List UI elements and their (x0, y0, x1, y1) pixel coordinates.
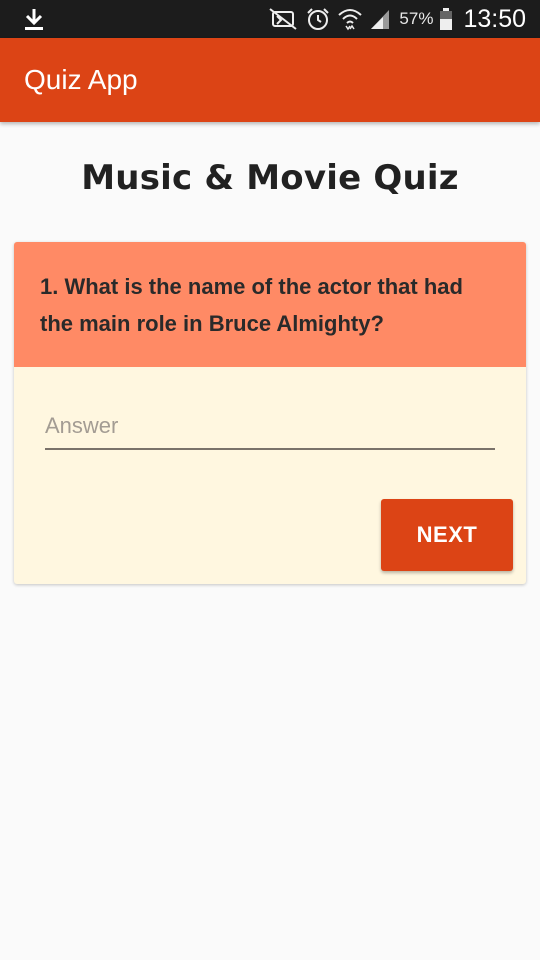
signal-icon (369, 7, 391, 31)
question-card: 1. What is the name of the actor that ha… (14, 242, 526, 584)
answer-input[interactable] (45, 404, 495, 450)
app-title: Quiz App (24, 64, 138, 95)
question-box: 1. What is the name of the actor that ha… (14, 242, 526, 367)
alarm-icon (305, 7, 331, 31)
status-icons: 57% 13:50 (267, 0, 526, 38)
app-bar: Quiz App (0, 38, 540, 122)
clock: 13:50 (463, 4, 526, 33)
question-text: 1. What is the name of the actor that ha… (40, 274, 463, 336)
wifi-icon (337, 7, 363, 31)
page-title: Music & Movie Quiz (81, 158, 459, 198)
next-button[interactable]: NEXT (381, 499, 513, 571)
status-bar: 57% 13:50 (0, 0, 540, 38)
battery-icon (439, 7, 453, 31)
nfc-mute-icon (267, 7, 299, 31)
download-icon (22, 6, 46, 32)
battery-percent: 57% (399, 9, 434, 28)
